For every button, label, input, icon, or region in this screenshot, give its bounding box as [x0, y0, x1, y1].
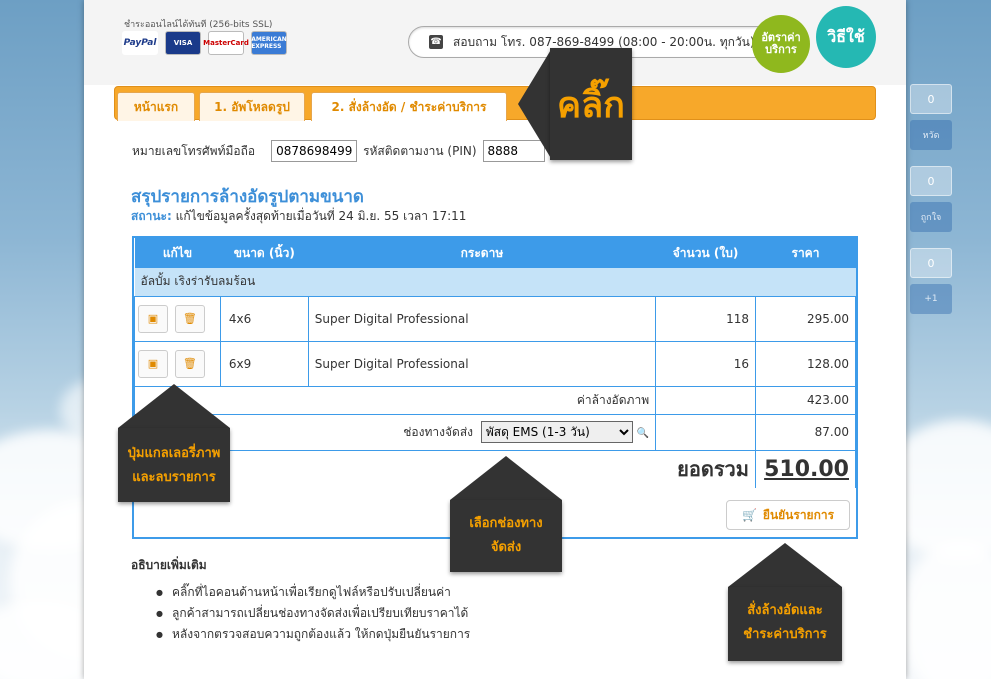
callout-line: และลบรายการ	[132, 470, 216, 485]
table-row: ▣ 🗑 4x6 Super Digital Professional 118 2…	[134, 295, 857, 342]
tab-upload[interactable]: 1. อัพโหลดรูป	[199, 92, 305, 121]
price-cell: 128.00	[754, 340, 857, 387]
paper-cell: Super Digital Professional	[307, 340, 657, 387]
callout-line: จัดส่ง	[490, 540, 522, 555]
callout-line: ชำระค่าบริการ	[743, 627, 827, 642]
list-item: คลิ๊กที่ไอคอนด้านหน้าเพื่อเรียกดูไฟล์หรื…	[156, 582, 470, 603]
payment-cards: PayPal VISA MasterCard AMERICAN EXPRESS	[122, 31, 287, 55]
col-size: ขนาด (นิ้ว)	[220, 238, 309, 268]
callout-arrow	[518, 48, 552, 160]
callout-arrow	[450, 456, 562, 500]
qty-cell: 118	[655, 295, 756, 342]
size-cell: 6x9	[219, 340, 309, 387]
social-widget-2: 0 ถูกใจ	[910, 166, 952, 232]
summary-title: สรุปรายการล้างอัดรูปตามขนาด	[131, 187, 364, 207]
price-cell: 295.00	[754, 295, 857, 342]
shipping-select[interactable]: พัสดุ EMS (1-3 วัน)	[480, 421, 633, 443]
col-qty: จำนวน (ใบ)	[655, 238, 756, 268]
social-button[interactable]: หวัด	[910, 120, 952, 150]
callout-line: สั่งล้างอัดและ	[747, 603, 823, 618]
order-table: แก้ไข ขนาด (นิ้ว) กระดาษ จำนวน (ใบ) ราคา…	[133, 238, 857, 488]
status-text: แก้ไขข้อมูลครั้งสุดท้ายเมื่อวันที่ 24 มิ…	[175, 209, 467, 223]
social-widget-3: 0 +1	[910, 248, 952, 314]
list-item: หลังจากตรวจสอบความถูกต้องแล้ว ให้กดปุ่มย…	[156, 624, 470, 645]
mastercard-icon: MasterCard	[203, 31, 249, 55]
cloud-decoration	[900, 540, 991, 679]
header: ชำระออนไลน์ได้ทันที (256-bits SSL) PayPa…	[84, 0, 906, 85]
social-count: 0	[910, 166, 952, 196]
status-line: สถานะ: แก้ไขข้อมูลครั้งสุดท้ายเมื่อวันที…	[131, 207, 466, 226]
confirm-label: ยืนยันรายการ	[762, 507, 835, 522]
step-tabs: หน้าแรก 1. อัพโหลดรูป 2. สั่งล้างอัด / ช…	[114, 86, 876, 121]
shipping-label: ช่องทางจัดส่ง	[403, 425, 474, 439]
visa-icon: VISA	[165, 31, 201, 55]
callout-line: ปุ่มแกลเลอรี่ภาพ	[127, 446, 221, 461]
cart-icon: 🛒	[741, 508, 757, 522]
callout-click: คลิ๊ก	[550, 48, 632, 160]
rates-tag[interactable]: อัตราค่าบริการ	[752, 15, 810, 73]
gallery-icon[interactable]: ▣	[138, 349, 168, 378]
social-count: 0	[910, 84, 952, 114]
trash-icon[interactable]: 🗑	[174, 349, 205, 378]
table-row: ▣ 🗑 6x9 Super Digital Professional 16 12…	[134, 340, 857, 387]
amex-icon: AMERICAN EXPRESS	[251, 31, 287, 55]
phone-input[interactable]	[271, 140, 358, 162]
notes-list: คลิ๊กที่ไอคอนด้านหน้าเพื่อเรียกดูไฟล์หรื…	[156, 582, 470, 645]
callout-confirm: สั่งล้างอัดและ ชำระค่าบริการ	[728, 587, 842, 661]
size-cell: 4x6	[219, 295, 309, 342]
album-group: อัลบั้ม เริงร่ารับลมร้อน	[134, 268, 856, 296]
paypal-icon: PayPal	[122, 31, 158, 55]
howto-tag[interactable]: วิธีใช้	[816, 6, 876, 68]
social-button[interactable]: +1	[910, 284, 952, 314]
paper-cell: Super Digital Professional	[307, 295, 657, 342]
col-edit: แก้ไข	[134, 238, 221, 268]
tab-order-payment[interactable]: 2. สั่งล้างอัด / ชำระค่าบริการ	[311, 92, 507, 121]
callout-line: เลือกช่องทาง	[469, 516, 543, 531]
payment-label: ชำระออนไลน์ได้ทันที (256-bits SSL)	[124, 20, 273, 30]
subtotal-value: 423.00	[754, 385, 857, 415]
pin-label: รหัสติดตามงาน (PIN)	[363, 143, 477, 158]
trash-icon[interactable]: 🗑	[174, 304, 205, 333]
list-item: ลูกค้าสามารถเปลี่ยนช่องทางจัดส่งเพื่อเปร…	[156, 603, 470, 624]
edit-cell: ▣ 🗑	[134, 340, 221, 387]
gallery-icon[interactable]: ▣	[138, 304, 168, 333]
confirm-button[interactable]: 🛒 ยืนยันรายการ	[726, 500, 850, 530]
phone-label: หมายเลขโทรศัพท์มือถือ	[132, 143, 256, 158]
social-widget-1: 0 หวัด	[910, 84, 952, 150]
col-paper: กระดาษ	[308, 238, 656, 268]
callout-arrow	[728, 543, 842, 587]
edit-cell: ▣ 🗑	[134, 295, 221, 342]
notes-title: อธิบายเพิ่มเติม	[131, 558, 207, 572]
callout-arrow	[118, 384, 230, 428]
callout-shipping: เลือกช่องทาง จัดส่ง	[450, 500, 562, 572]
social-count: 0	[910, 248, 952, 278]
contact-form: หมายเลขโทรศัพท์มือถือ รหัสติดตามงาน (PIN…	[132, 140, 545, 162]
qty-cell: 16	[655, 340, 756, 387]
social-button[interactable]: ถูกใจ	[910, 202, 952, 232]
total-value: 510.00	[754, 449, 857, 488]
phone-icon: ☎	[429, 35, 443, 49]
status-label: สถานะ:	[131, 209, 172, 223]
magnifier-icon[interactable]: 🔍	[637, 428, 649, 439]
shipping-value: 87.00	[754, 413, 857, 451]
tab-home[interactable]: หน้าแรก	[117, 92, 195, 121]
callout-gallery: ปุ่มแกลเลอรี่ภาพ และลบรายการ	[118, 428, 230, 502]
col-price: ราคา	[755, 238, 856, 268]
